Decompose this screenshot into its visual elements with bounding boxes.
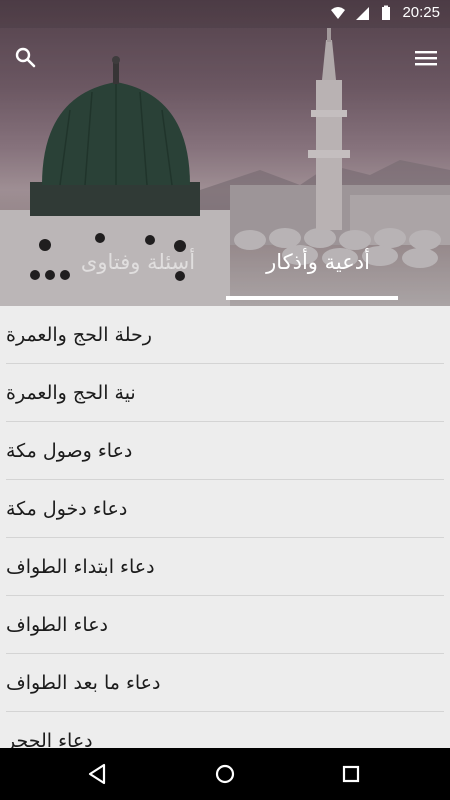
list-item-label: دعاء الحجر bbox=[6, 729, 93, 749]
menu-icon bbox=[415, 51, 437, 66]
list-item-label: دعاء دخول مكة bbox=[6, 497, 128, 520]
list-item[interactable]: دعاء دخول مكة bbox=[6, 480, 444, 538]
back-icon bbox=[88, 763, 106, 785]
status-bar: 20:25 bbox=[0, 0, 450, 28]
battery-icon bbox=[382, 5, 391, 20]
list-item-label: نية الحج والعمرة bbox=[6, 381, 136, 404]
list-item-label: دعاء ما بعد الطواف bbox=[6, 671, 161, 694]
list-item[interactable]: نية الحج والعمرة bbox=[6, 364, 444, 422]
signal-icon bbox=[356, 6, 370, 20]
recents-button[interactable] bbox=[337, 760, 365, 788]
tab-duas-adhkar[interactable]: أدعية وأذكار bbox=[232, 250, 404, 296]
list-item-label: دعاء وصول مكة bbox=[6, 439, 133, 462]
list-item[interactable]: دعاء ما بعد الطواف bbox=[6, 654, 444, 712]
list-item[interactable]: رحلة الحج والعمرة bbox=[6, 306, 444, 364]
search-button[interactable] bbox=[12, 44, 40, 72]
list-item[interactable]: دعاء الحجر bbox=[6, 712, 444, 749]
home-icon bbox=[215, 764, 235, 784]
tab-questions-fatwas[interactable]: أسئلة وفتاوى bbox=[58, 250, 218, 296]
navigation-bar bbox=[0, 748, 450, 800]
recents-icon bbox=[342, 765, 360, 783]
tab-bar: أسئلة وفتاوى أدعية وأذكار bbox=[0, 240, 450, 300]
search-icon bbox=[15, 47, 36, 68]
home-button[interactable] bbox=[211, 760, 239, 788]
list-item-label: دعاء ابتداء الطواف bbox=[6, 555, 155, 578]
status-time: 20:25 bbox=[402, 4, 440, 21]
tab-indicator bbox=[226, 296, 398, 300]
list-item-label: رحلة الحج والعمرة bbox=[6, 323, 152, 346]
list-item-label: دعاء الطواف bbox=[6, 613, 109, 636]
list-item[interactable]: دعاء وصول مكة bbox=[6, 422, 444, 480]
list-item[interactable]: دعاء ابتداء الطواف bbox=[6, 538, 444, 596]
dua-list: رحلة الحج والعمرة نية الحج والعمرة دعاء … bbox=[0, 306, 450, 748]
wifi-icon bbox=[331, 6, 346, 19]
menu-button[interactable] bbox=[412, 44, 440, 72]
back-button[interactable] bbox=[84, 760, 112, 788]
list-item[interactable]: دعاء الطواف bbox=[6, 596, 444, 654]
